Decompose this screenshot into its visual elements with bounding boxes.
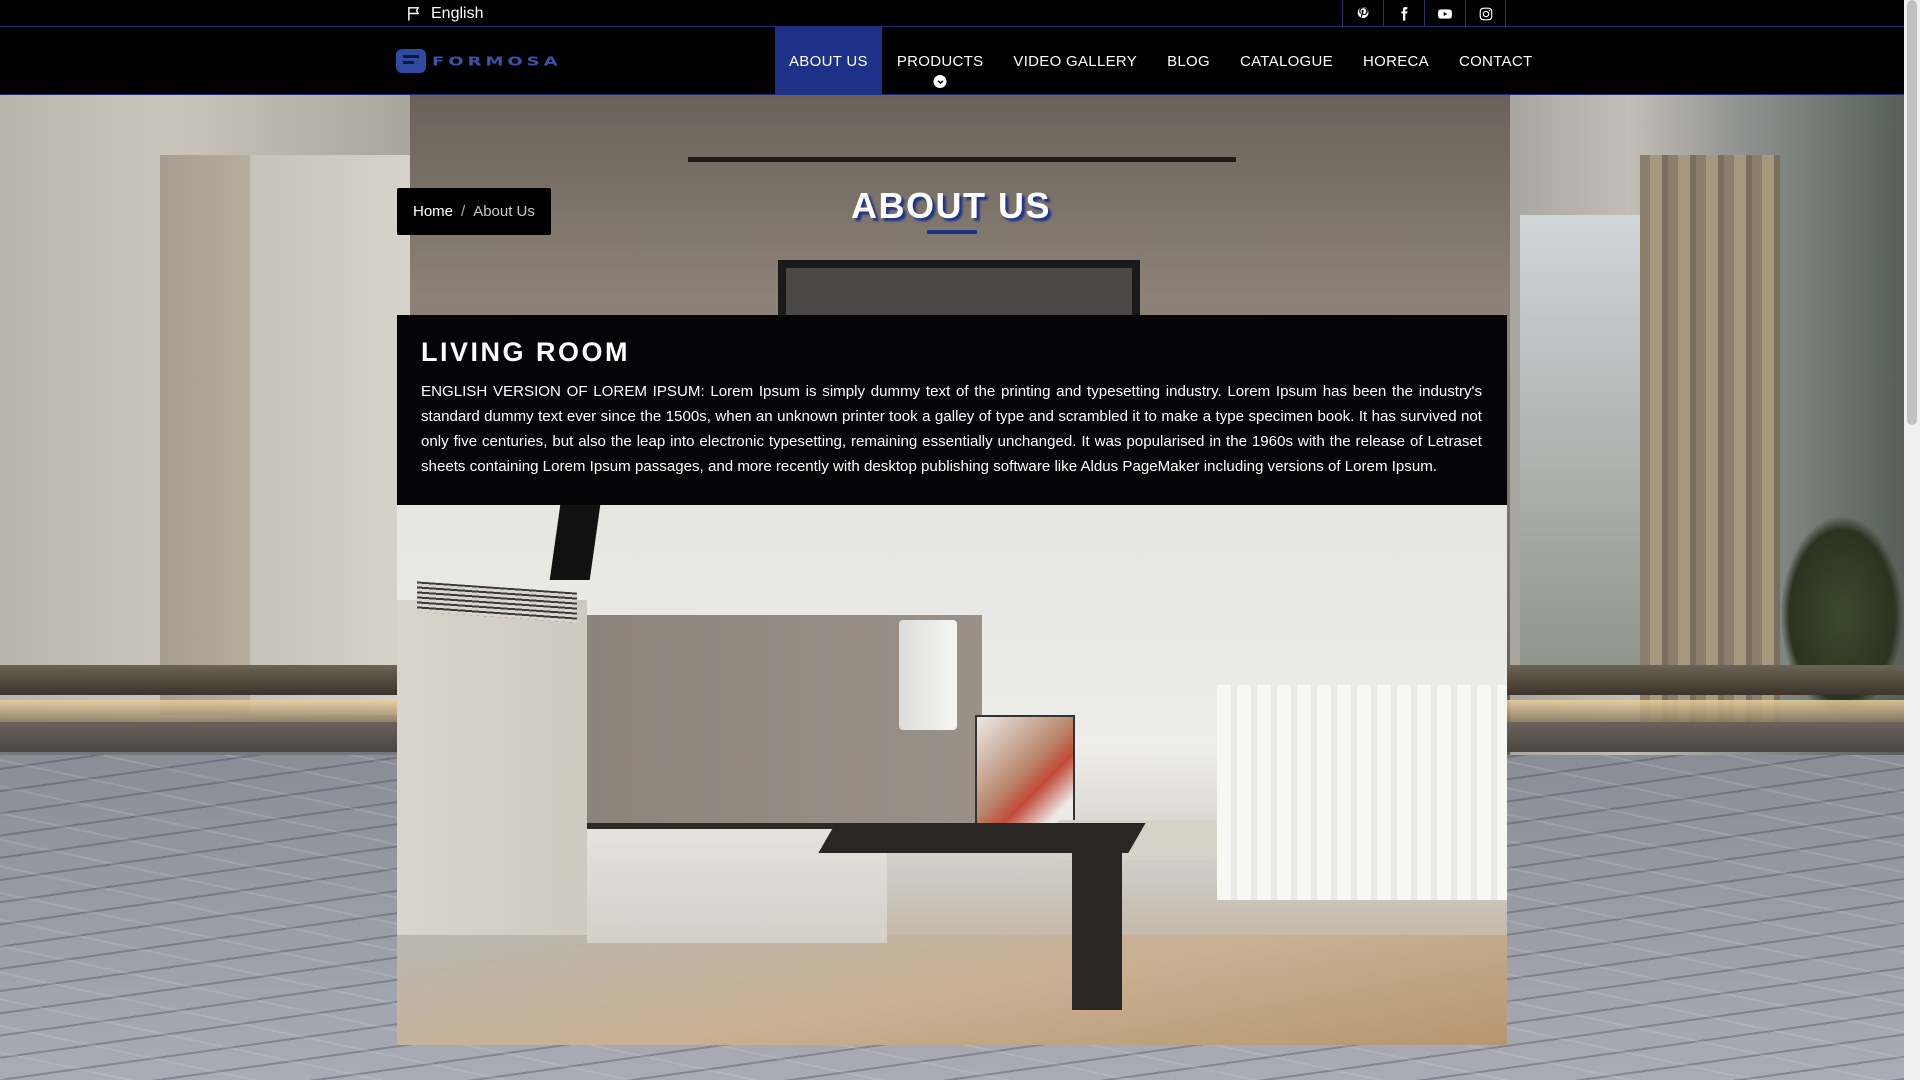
title-underline — [927, 230, 977, 234]
section-title: LIVING ROOM — [421, 337, 630, 367]
nav-item-products[interactable]: PRODUCTS — [882, 27, 999, 95]
nav-item-horeca[interactable]: HORECA — [1348, 27, 1444, 95]
nav-item-contact[interactable]: CONTACT — [1444, 27, 1547, 95]
scrollbar-thumb[interactable] — [1907, 0, 1917, 425]
language-label: English — [431, 4, 484, 22]
flag-icon — [408, 7, 420, 21]
breadcrumb-separator: / — [461, 203, 466, 220]
youtube-icon — [1438, 8, 1452, 19]
nav-item-label: BLOG — [1167, 52, 1210, 70]
content-card: LIVING ROOM ENGLISH VERSION OF LOREM IPS… — [397, 315, 1507, 1045]
nav-item-catalogue[interactable]: CATALOGUE — [1225, 27, 1348, 95]
nav-item-label: ABOUT US — [789, 52, 868, 70]
nav-item-video-gallery[interactable]: VIDEO GALLERY — [998, 27, 1152, 95]
brand-logo[interactable]: FORMOSA — [396, 49, 562, 73]
chevron-down-icon[interactable] — [933, 75, 947, 88]
living-room-image — [397, 505, 1507, 1045]
content-card-header: LIVING ROOM ENGLISH VERSION OF LOREM IPS… — [397, 315, 1507, 505]
nav-item-label: CATALOGUE — [1239, 52, 1333, 70]
facebook-icon — [1401, 6, 1408, 21]
main-menu: ABOUT US PRODUCTS VIDEO GALLERY BLOG CAT… — [775, 27, 1547, 95]
section-body: ENGLISH VERSION OF LOREM IPSUM: Lorem Ip… — [421, 383, 1482, 475]
breadcrumb-current: About Us — [473, 203, 535, 220]
nav-item-label: PRODUCTS — [896, 52, 984, 70]
pinterest-link[interactable] — [1342, 0, 1383, 27]
nav-item-label: HORECA — [1362, 52, 1429, 70]
breadcrumb-home-link[interactable]: Home — [413, 203, 453, 220]
main-navbar: FORMOSA ABOUT US PRODUCTS VIDEO GALLERY … — [0, 27, 1904, 95]
language-selector[interactable]: English — [406, 3, 483, 24]
top-bar: English — [0, 0, 1904, 27]
nav-item-blog[interactable]: BLOG — [1152, 27, 1225, 95]
social-links — [1342, 0, 1506, 27]
page-title: ABOUT US — [851, 185, 1051, 226]
instagram-link[interactable] — [1465, 0, 1506, 27]
logo-mark-icon — [396, 49, 426, 73]
nav-item-about-us[interactable]: ABOUT US — [775, 27, 882, 95]
youtube-link[interactable] — [1424, 0, 1465, 27]
logo-text: FORMOSA — [432, 53, 562, 69]
pinterest-icon — [1357, 6, 1369, 18]
nav-item-label: CONTACT — [1458, 52, 1533, 70]
nav-item-label: VIDEO GALLERY — [1013, 52, 1138, 70]
breadcrumb: Home / About Us — [397, 188, 551, 235]
instagram-icon — [1479, 7, 1492, 20]
facebook-link[interactable] — [1383, 0, 1424, 27]
